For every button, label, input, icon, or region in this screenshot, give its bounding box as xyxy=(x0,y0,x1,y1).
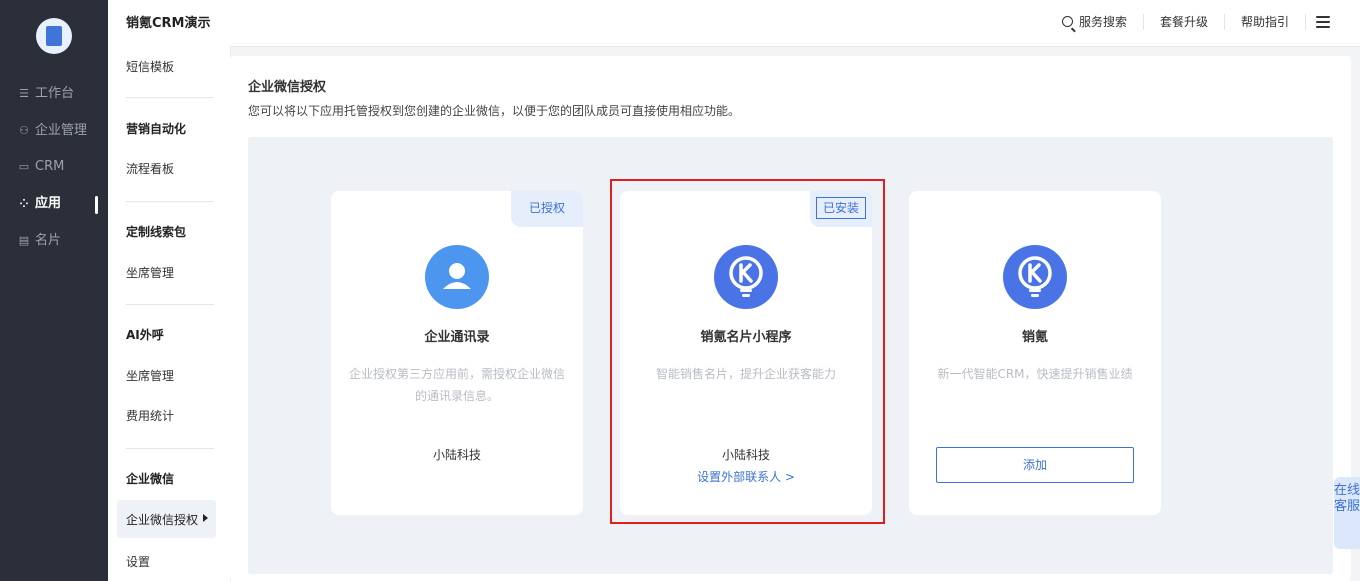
card-vendor: 小陆科技 xyxy=(432,448,481,462)
crm-icon: ▭ xyxy=(18,160,30,173)
nav-item-org[interactable]: ⚇ 企业管理 xyxy=(18,121,108,141)
subnav-settings[interactable]: 设置 xyxy=(126,553,150,570)
divider xyxy=(126,448,214,449)
nav-item-workbench[interactable]: ☰ 工作台 xyxy=(18,84,108,104)
card-icon: ▤ xyxy=(18,234,30,247)
nav-active-indicator xyxy=(95,196,98,214)
subnav-flow-board[interactable]: 流程看板 xyxy=(126,160,174,177)
menu-icon[interactable] xyxy=(1316,16,1330,28)
subnav-seat-mgmt-ai[interactable]: 坐席管理 xyxy=(126,367,174,384)
main-nav: ☰ 工作台 ⚇ 企业管理 ▭ CRM ⁘ 应用 ▤ 名片 xyxy=(0,0,108,581)
subnav-wecom-auth[interactable]: 企业微信授权 xyxy=(117,500,216,538)
service-search-link[interactable]: 服务搜索 xyxy=(1046,14,1144,30)
online-service-button[interactable]: 在线客服 xyxy=(1334,477,1360,549)
caret-right-icon xyxy=(203,514,208,522)
nav-item-crm[interactable]: ▭ CRM xyxy=(18,157,108,177)
help-guide-link[interactable]: 帮助指引 xyxy=(1225,14,1306,30)
bulb-k-logo-icon xyxy=(1003,245,1067,309)
card-desc: 企业授权第三方应用前，需授权企业微信的通讯录信息。 xyxy=(349,367,566,403)
search-icon xyxy=(1061,16,1073,27)
subnav-sms-template[interactable]: 短信模板 xyxy=(126,58,174,75)
subnav-seat-mgmt-leads[interactable]: 坐席管理 xyxy=(126,264,174,281)
highlight-box xyxy=(610,179,885,524)
subnav-group-wecom: 企业微信 xyxy=(126,472,175,486)
page-description: 您可以将以下应用托管授权到您创建的企业微信，以便于您的团队成员可直接使用相应功能… xyxy=(248,104,741,118)
card-name: 销氪 xyxy=(1021,330,1048,345)
app-card-xiaoke[interactable]: 销氪 新一代智能CRM，快速提升销售业绩 添加 xyxy=(909,191,1161,515)
card-desc: 新一代智能CRM，快速提升销售业绩 xyxy=(937,367,1133,381)
app-card-contacts[interactable]: 已授权 企业通讯录 企业授权第三方应用前，需授权企业微信的通讯录信息。 小陆科技 xyxy=(331,191,583,515)
org-icon: ⚇ xyxy=(19,124,29,137)
status-badge: 已授权 xyxy=(511,191,583,227)
top-bar: 销氪CRM演示 服务搜索 套餐升级 帮助指引 xyxy=(108,0,1360,47)
plan-upgrade-link[interactable]: 套餐升级 xyxy=(1144,14,1225,30)
card-name: 企业通讯录 xyxy=(424,330,490,345)
sub-nav: 短信模板 营销自动化 流程看板 定制线索包 坐席管理 AI外呼 坐席管理 费用统… xyxy=(108,46,231,581)
divider xyxy=(126,304,214,305)
app-logo-icon[interactable] xyxy=(36,18,72,54)
apps-icon: ⁘ xyxy=(19,197,29,210)
subnav-group-marketing: 营销自动化 xyxy=(126,122,187,136)
brand-title: 销氪CRM演示 xyxy=(126,16,211,31)
nav-item-cards[interactable]: ▤ 名片 xyxy=(18,231,108,251)
subnav-cost-stats[interactable]: 费用统计 xyxy=(126,407,174,424)
subnav-group-leads: 定制线索包 xyxy=(126,225,187,239)
top-actions: 服务搜索 套餐升级 帮助指引 xyxy=(1046,14,1330,30)
page-title: 企业微信授权 xyxy=(248,80,327,95)
add-button[interactable]: 添加 xyxy=(936,447,1134,483)
divider xyxy=(126,201,214,202)
subnav-group-ai: AI外呼 xyxy=(126,328,164,342)
user-icon xyxy=(425,245,489,309)
workbench-icon: ☰ xyxy=(19,87,29,100)
divider xyxy=(126,97,214,98)
